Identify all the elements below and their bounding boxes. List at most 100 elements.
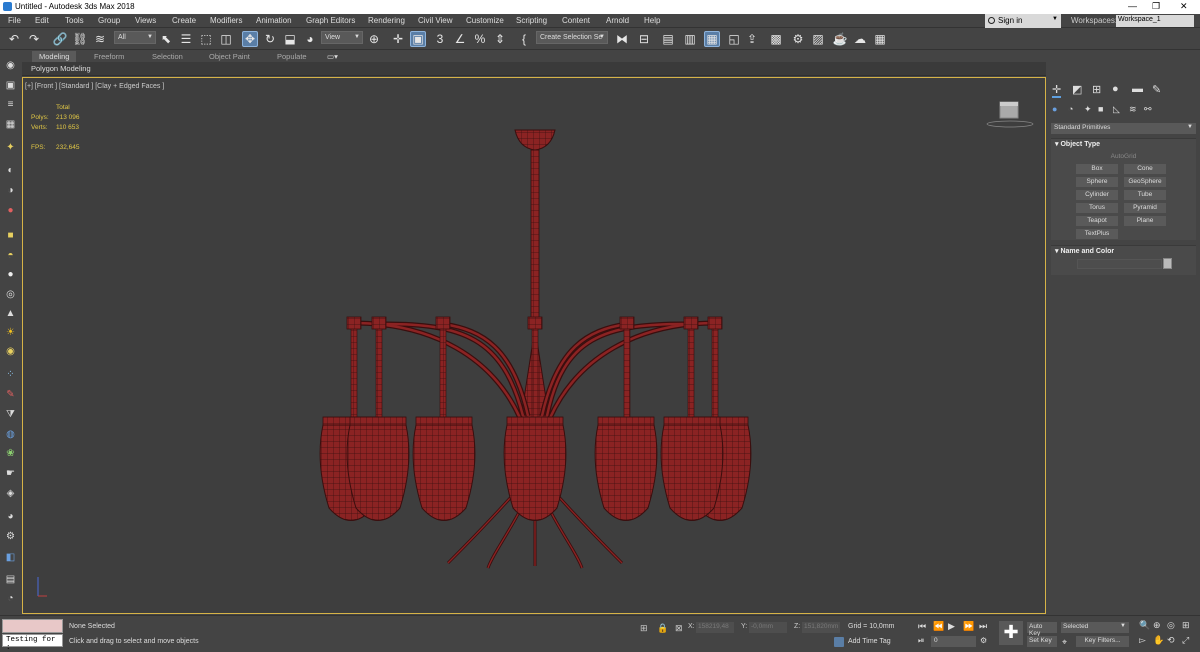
cone-icon[interactable]: ▲ xyxy=(3,306,18,320)
box-icon[interactable]: ■ xyxy=(3,228,18,242)
sun-icon[interactable]: ☀ xyxy=(3,325,18,339)
menu-modifiers[interactable]: Modifiers xyxy=(210,16,242,25)
object-name-field[interactable] xyxy=(1077,259,1162,269)
next-frame-icon[interactable]: ⏩ xyxy=(963,621,974,632)
add-time-tag[interactable]: Add Time Tag xyxy=(848,638,891,645)
sphere-button[interactable]: Sphere xyxy=(1076,177,1118,187)
light-icon[interactable]: ✦ xyxy=(3,140,18,154)
brush-icon[interactable]: ✎ xyxy=(3,387,18,401)
tube-button[interactable]: Tube xyxy=(1124,190,1166,200)
menu-tools[interactable]: Tools xyxy=(65,16,84,25)
camera-icon[interactable]: ◐ xyxy=(3,163,18,177)
select-and-move-icon[interactable]: ✥ xyxy=(242,31,258,47)
menu-arnold[interactable]: Arnold xyxy=(606,16,629,25)
cameras-icon[interactable]: ■ xyxy=(1098,104,1103,114)
pan-icon[interactable]: ✋ xyxy=(1153,635,1164,646)
select-manipulate-icon[interactable]: ✛ xyxy=(390,31,406,47)
toggle-icon[interactable]: ◧ xyxy=(3,550,18,564)
tab-modeling[interactable]: Modeling xyxy=(32,51,77,62)
helpers-icon[interactable]: ◺ xyxy=(1113,104,1120,115)
spacewarp-icon[interactable]: ● xyxy=(3,203,18,217)
set-keys-button[interactable]: ✚ xyxy=(999,621,1023,645)
tab-freeform[interactable]: Freeform xyxy=(94,52,124,61)
create-tab-icon[interactable]: ✛ xyxy=(1052,83,1062,98)
ribbon-options-icon[interactable]: ▭▾ xyxy=(327,52,338,61)
menu-group[interactable]: Group xyxy=(98,16,120,25)
key-mode-icon[interactable]: ⏯ xyxy=(918,636,924,646)
object-color-swatch[interactable] xyxy=(1163,258,1172,269)
scene-explorer-icon[interactable]: ▦ xyxy=(704,31,720,47)
tab-object-paint[interactable]: Object Paint xyxy=(209,52,250,61)
go-to-end-icon[interactable]: ⏭ xyxy=(979,621,987,632)
menu-scripting[interactable]: Scripting xyxy=(516,16,547,25)
zoom-all-icon[interactable]: ⊕ xyxy=(1153,620,1161,631)
plane-button[interactable]: Plane xyxy=(1124,216,1166,226)
render-sphere-icon[interactable]: ◕ xyxy=(3,509,18,523)
close-button[interactable]: ✕ xyxy=(1180,1,1188,12)
object-type-header[interactable]: ▾ Object Type xyxy=(1055,140,1100,148)
maxscript-listener-mini[interactable] xyxy=(2,619,63,633)
geosphere-button[interactable]: GeoSphere xyxy=(1124,177,1166,187)
a360-gallery-icon[interactable]: ▦ xyxy=(872,31,888,47)
workspace-dropdown[interactable]: Workspace_1 xyxy=(1116,15,1194,27)
curve-editor-icon[interactable]: ◱ xyxy=(726,31,742,47)
menu-views[interactable]: Views xyxy=(135,16,156,25)
key-filters-button[interactable]: Key Filters... xyxy=(1076,636,1129,647)
hierarchy-tab-icon[interactable]: ⊞ xyxy=(1092,83,1101,96)
sign-in-button[interactable]: Sign in ▼ xyxy=(985,14,1061,28)
display-tab-icon[interactable]: ▬ xyxy=(1132,83,1143,95)
modify-tab-icon[interactable]: ◩ xyxy=(1072,83,1082,96)
bind-space-warp-icon[interactable]: ≋ xyxy=(92,31,108,47)
menu-edit[interactable]: Edit xyxy=(35,16,49,25)
selection-filter-dropdown[interactable]: All ▼ xyxy=(114,31,156,44)
z-coordinate-field[interactable]: 151,820mm xyxy=(802,622,840,633)
auto-key-button[interactable]: Auto Key xyxy=(1027,622,1057,637)
lights-icon[interactable]: ✦ xyxy=(1084,104,1092,115)
tab-populate[interactable]: Populate xyxy=(277,52,307,61)
menu-animation[interactable]: Animation xyxy=(256,16,292,25)
layer-explorer-icon[interactable]: ▤ xyxy=(660,31,676,47)
select-by-name-icon[interactable]: ☰ xyxy=(178,31,194,47)
autogrid-checkbox[interactable]: AutoGrid xyxy=(1051,153,1196,160)
menu-customize[interactable]: Customize xyxy=(466,16,504,25)
orbit-icon[interactable]: ⟲ xyxy=(1167,635,1175,646)
select-and-scale-icon[interactable]: ⬓ xyxy=(282,31,298,47)
motion-tab-icon[interactable]: ● xyxy=(1112,83,1119,95)
name-and-color-header[interactable]: ▾ Name and Color xyxy=(1055,247,1114,255)
y-coordinate-field[interactable]: -0,0mm xyxy=(749,622,787,633)
box-button[interactable]: Box xyxy=(1076,164,1118,174)
maximize-button[interactable]: ❐ xyxy=(1152,1,1160,12)
play-icon[interactable]: ▶ xyxy=(948,621,955,632)
undo-icon[interactable]: ↶ xyxy=(6,31,22,47)
link-icon[interactable]: 🔗 xyxy=(52,31,68,47)
maxscript-input[interactable]: Testing for : xyxy=(2,634,63,652)
menu-help[interactable]: Help xyxy=(644,16,660,25)
rendered-frame-window-icon[interactable]: ▨ xyxy=(810,31,826,47)
pivot-center-icon[interactable]: ⊕ xyxy=(366,31,382,47)
redo-icon[interactable]: ↷ xyxy=(26,31,42,47)
unlink-icon[interactable]: ⛓ xyxy=(72,31,88,47)
menu-rendering[interactable]: Rendering xyxy=(368,16,405,25)
tube-icon[interactable]: ◎ xyxy=(3,287,18,301)
key-mode-dropdown[interactable]: Selected ▼ xyxy=(1061,622,1129,633)
leaf-icon[interactable]: ❀ xyxy=(3,446,18,460)
select-and-rotate-icon[interactable]: ↻ xyxy=(262,31,278,47)
default-tangent-icon[interactable]: ⌖ xyxy=(1062,637,1067,648)
absolute-mode-icon[interactable]: ⊠ xyxy=(675,623,683,634)
shapes-icon[interactable]: ◔ xyxy=(1068,104,1073,114)
align-icon[interactable]: ⊟ xyxy=(636,31,652,47)
tab-selection[interactable]: Selection xyxy=(152,52,183,61)
create-icon[interactable]: ▣ xyxy=(3,78,18,92)
pyramid-button[interactable]: Pyramid xyxy=(1124,203,1166,213)
select-and-place-icon[interactable]: ◕ xyxy=(302,31,318,47)
percent-snap-icon[interactable]: % xyxy=(472,31,488,47)
teapot-button[interactable]: Teapot xyxy=(1076,216,1118,226)
minimize-button[interactable]: — xyxy=(1128,1,1137,11)
eye-icon[interactable]: ◉ xyxy=(3,58,18,72)
shapes-icon[interactable]: ⧩ xyxy=(3,407,18,421)
named-selection-sets-dropdown[interactable]: Create Selection Se ▼ xyxy=(536,31,608,44)
render-production-icon[interactable]: ☕ xyxy=(832,31,848,47)
time-tag-icon[interactable] xyxy=(834,637,844,647)
material-editor-icon[interactable]: ▩ xyxy=(768,31,784,47)
orb-icon[interactable]: ◉ xyxy=(3,344,18,358)
